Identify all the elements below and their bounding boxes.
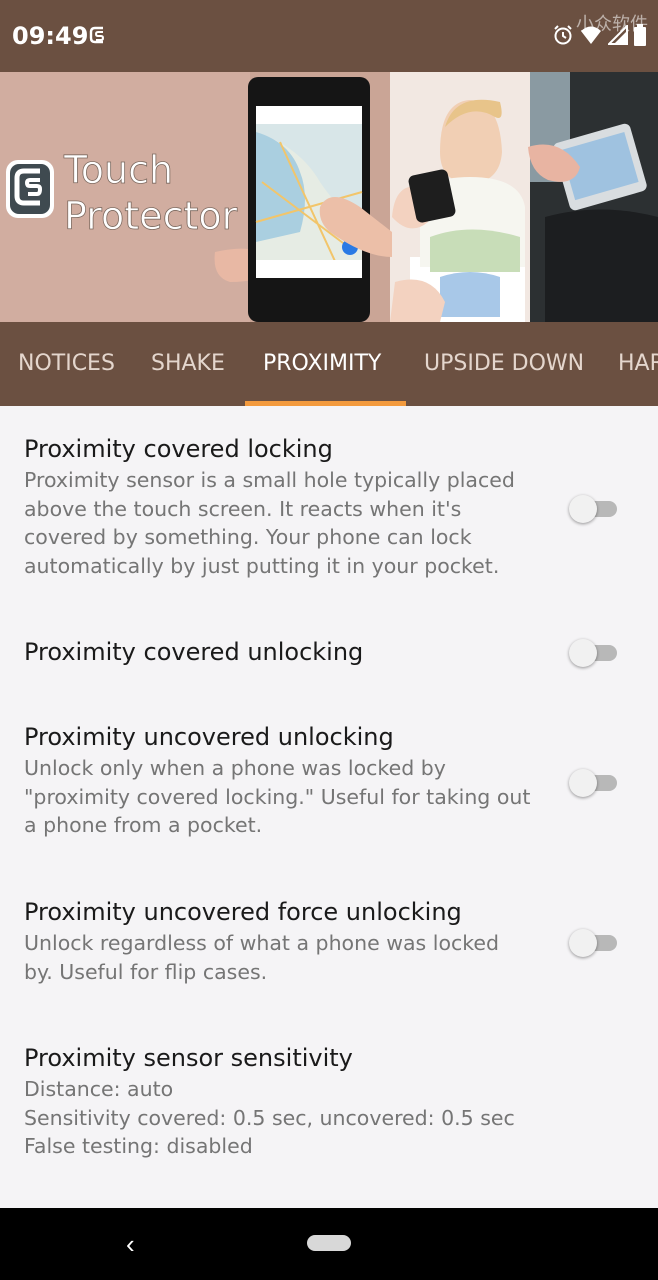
- tab-upside-down[interactable]: UPSIDE DOWN: [424, 322, 584, 406]
- setting-proximity-covered-unlocking[interactable]: Proximity covered unlocking: [24, 637, 554, 667]
- signal-icon: [608, 25, 628, 45]
- toggle-thumb: [569, 769, 597, 797]
- setting-description: Unlock only when a phone was locked by "…: [24, 754, 554, 840]
- setting-proximity-uncovered-force-unlocking[interactable]: Proximity uncovered force unlocking Unlo…: [24, 897, 554, 986]
- setting-title: Proximity covered unlocking: [24, 638, 364, 666]
- description-line: Sensitivity covered: 0.5 sec, uncovered:…: [24, 1105, 515, 1130]
- setting-title: Proximity covered locking: [24, 435, 333, 463]
- status-time: 09:49: [12, 22, 89, 50]
- description-line: Proximity sensor is a small hole typical…: [24, 468, 515, 492]
- setting-title: Proximity uncovered unlocking: [24, 723, 394, 751]
- battery-icon: [634, 24, 646, 46]
- description-line: above the touch screen. It reacts when i…: [24, 496, 462, 521]
- logo-text-line2: Protector: [64, 194, 238, 238]
- description-line: "proximity covered locking." Useful for …: [24, 784, 531, 809]
- description-line: a phone from a pocket.: [24, 813, 263, 838]
- tab-hand[interactable]: HAR: [618, 322, 658, 406]
- description-line: Unlock regardless of what a phone was lo…: [24, 931, 500, 955]
- description-line: automatically by just putting it in your…: [24, 553, 500, 578]
- logo-text-line1: Touch: [63, 148, 173, 192]
- toggle-proximity-covered-locking[interactable]: [569, 493, 617, 523]
- tab-shake[interactable]: SHAKE: [151, 322, 225, 406]
- status-icons: [552, 24, 646, 46]
- toggle-proximity-covered-unlocking[interactable]: [569, 637, 617, 667]
- settings-list: Proximity covered locking Proximity sens…: [0, 406, 658, 1208]
- description-line: covered by something. Your phone can loc…: [24, 525, 472, 550]
- description-line: False testing: disabled: [24, 1134, 253, 1159]
- toggle-proximity-uncovered-unlocking[interactable]: [569, 767, 617, 797]
- description-line: by. Useful for flip cases.: [24, 959, 268, 984]
- setting-description: Distance: auto Sensitivity covered: 0.5 …: [24, 1075, 554, 1161]
- setting-description: Unlock regardless of what a phone was lo…: [24, 929, 554, 986]
- setting-description: Proximity sensor is a small hole typical…: [24, 466, 554, 580]
- description-line: Unlock only when a phone was locked by: [24, 756, 446, 780]
- header-banner: Touch Protector: [0, 72, 658, 322]
- description-line: Distance: auto: [24, 1077, 174, 1101]
- setting-title: Proximity uncovered force unlocking: [24, 898, 462, 926]
- toggle-thumb: [569, 495, 597, 523]
- wifi-icon: [581, 26, 601, 44]
- setting-proximity-sensor-sensitivity[interactable]: Proximity sensor sensitivity Distance: a…: [24, 1043, 554, 1161]
- app-notification-icon: [89, 26, 105, 44]
- tab-notices[interactable]: NOTICES: [18, 322, 115, 406]
- alarm-icon: [554, 25, 572, 45]
- toggle-thumb: [569, 639, 597, 667]
- status-bar: 09:49 小众软件: [0, 0, 658, 72]
- setting-title: Proximity sensor sensitivity: [24, 1044, 353, 1072]
- banner-illustration: Touch Protector: [0, 72, 658, 322]
- tab-bar: NOTICES SHAKE PROXIMITY UPSIDE DOWN HAR: [0, 322, 658, 406]
- back-icon[interactable]: ‹: [126, 1231, 135, 1257]
- setting-proximity-covered-locking[interactable]: Proximity covered locking Proximity sens…: [24, 434, 554, 580]
- toggle-thumb: [569, 929, 597, 957]
- home-button[interactable]: [307, 1235, 351, 1251]
- toggle-proximity-uncovered-force-unlocking[interactable]: [569, 927, 617, 957]
- setting-proximity-uncovered-unlocking[interactable]: Proximity uncovered unlocking Unlock onl…: [24, 722, 554, 840]
- tab-proximity[interactable]: PROXIMITY: [263, 322, 381, 406]
